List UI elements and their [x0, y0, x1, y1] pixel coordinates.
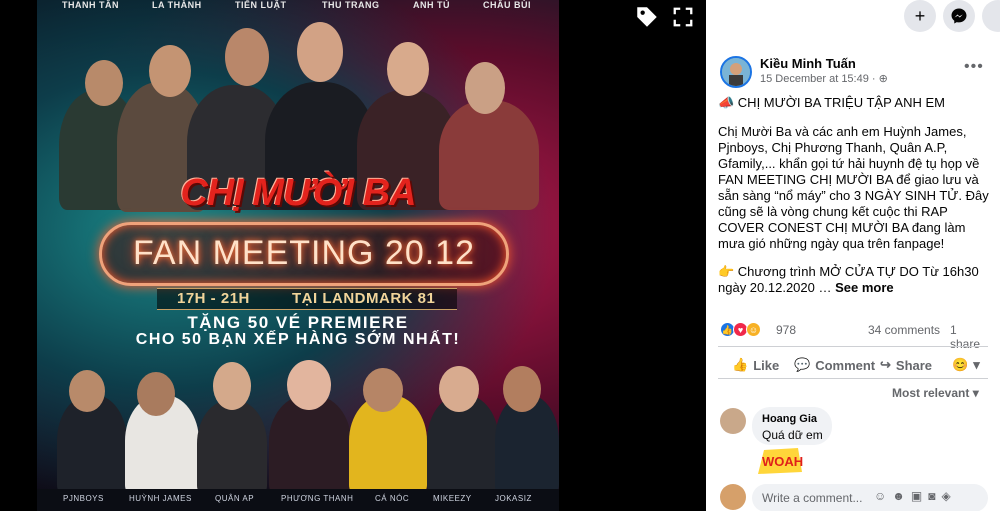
comment-input-placeholder: Write a comment... [762, 491, 863, 505]
care-reaction-icon: ☺ [746, 322, 761, 337]
cast-name: ANH TÚ [413, 0, 450, 10]
profile-icon: 😊 [952, 357, 969, 372]
comment-icon: 💬 [794, 357, 811, 372]
poster-person-head [225, 28, 269, 86]
post-body-continued: 👉 Chương trình MỞ CỬA TỰ DO Từ 16h30 ngà… [718, 264, 990, 296]
like-icon: 👍 [732, 357, 749, 372]
poster-person-head [503, 366, 541, 412]
poster-place: TẠI LANDMARK 81 [292, 290, 436, 307]
photo-viewer: THANH TÂN LA THÀNH TIẾN LUẬT THU TRANG A… [0, 0, 706, 511]
post-date-text: 15 December at 15:49 · [760, 73, 879, 85]
cast-name: TIẾN LUẬT [235, 0, 287, 10]
my-avatar[interactable] [720, 484, 746, 510]
commenter-avatar[interactable] [720, 408, 746, 434]
plus-icon: + [914, 5, 926, 26]
divider [718, 378, 988, 379]
poster-title: CHỊ MƯỜI BA [180, 172, 416, 214]
cast-name: CHÂU BÙI [483, 0, 531, 10]
tag-icon[interactable] [634, 4, 660, 36]
poster-person [197, 400, 267, 495]
more-options-icon[interactable]: ••• [964, 58, 984, 76]
cast-name: JOKASIZ [495, 494, 532, 503]
comment-input-tools: ☺☻▣◙◈ [874, 489, 957, 503]
poster-person-head [297, 22, 343, 82]
camera-icon[interactable]: ▣ [911, 489, 928, 503]
comment-text: Quá dữ em [762, 428, 823, 442]
top-bar: + [706, 0, 1000, 36]
poster-event-title: FAN MEETING 20.12 [133, 234, 475, 272]
cast-name: PJNBOYS [63, 494, 104, 503]
cast-name: LA THÀNH [152, 0, 202, 10]
account-button[interactable] [982, 0, 1000, 32]
comment-sticker: WOAH [754, 446, 804, 476]
post-panel: + Kiều Minh Tuấn 15 December at 15:49 · … [706, 0, 1000, 511]
sticker-text: WOAH [762, 454, 803, 469]
commenter-name[interactable]: Hoang Gia [762, 413, 817, 425]
poster-person [269, 395, 351, 495]
cast-name: PHƯƠNG THANH [281, 494, 354, 503]
author-avatar[interactable] [720, 56, 752, 88]
like-label: Like [753, 357, 780, 373]
poster-person-head [137, 372, 175, 416]
poster-person-head [69, 370, 105, 412]
cast-name: CÁ NÓC [375, 494, 410, 503]
avatar-sticker-icon[interactable]: ☺ [874, 489, 892, 503]
globe-icon: ⊕ [878, 73, 888, 85]
sticker-icon[interactable]: ◈ [942, 489, 957, 503]
cast-name: THU TRANG [322, 0, 380, 10]
poster-time: 17H - 21H [177, 290, 250, 307]
comment-label: Comment [815, 357, 876, 373]
like-button[interactable]: 👍 Like [732, 356, 779, 374]
cast-name: HUỲNH JAMES [129, 494, 192, 503]
fullscreen-icon[interactable] [672, 6, 694, 34]
comment-button[interactable]: 💬 Comment [794, 356, 875, 374]
poster-person-head [363, 368, 403, 412]
poster-person-head [287, 360, 331, 410]
messenger-icon [951, 8, 967, 24]
divider [718, 346, 988, 347]
poster-cast-bottom: PJNBOYS HUỲNH JAMES QUÂN AP PHƯƠNG THANH… [37, 489, 559, 511]
post-headline: 📣 CHỊ MƯỜI BA TRIỆU TẬP ANH EM [718, 95, 945, 110]
share-icon: ↪ [880, 357, 891, 372]
post-timestamp[interactable]: 15 December at 15:49 · ⊕ [760, 72, 888, 85]
comments-count[interactable]: 34 comments [868, 323, 940, 337]
post-body: Chị Mười Ba và các anh em Huỳnh James, P… [718, 124, 989, 251]
emoji-icon[interactable]: ☻ [892, 489, 911, 503]
poster-person-head [85, 60, 123, 106]
author-name[interactable]: Kiều Minh Tuấn [760, 56, 856, 71]
chevron-down-icon: ▾ [973, 357, 980, 372]
cast-name: QUÂN AP [215, 494, 255, 503]
poster-person-head [149, 45, 191, 97]
see-more-link[interactable]: See more [835, 280, 894, 295]
cast-name: THANH TÂN [62, 0, 119, 10]
poster-person-head [439, 366, 479, 412]
poster-person-head [213, 362, 251, 410]
share-button[interactable]: ↪ Share [880, 356, 932, 374]
poster-prize-line1: TẶNG 50 VÉ PREMIERE [187, 313, 409, 332]
gif-icon[interactable]: ◙ [928, 489, 941, 503]
comment-sort-dropdown[interactable]: Most relevant ▾ [892, 386, 979, 400]
create-button[interactable]: + [904, 0, 936, 32]
messenger-button[interactable] [943, 0, 975, 32]
share-label: Share [895, 357, 933, 373]
cast-name: MIKEEZY [433, 494, 472, 503]
reaction-count[interactable]: 978 [776, 323, 796, 337]
event-poster-image: THANH TÂN LA THÀNH TIẾN LUẬT THU TRANG A… [37, 0, 559, 511]
poster-person-head [465, 62, 505, 114]
reactions-summary[interactable]: 👍 ♥ ☺ 978 34 comments 1 share [720, 320, 988, 351]
poster-person-head [387, 42, 429, 96]
poster-cast-top: THANH TÂN LA THÀNH TIẾN LUẬT THU TRANG A… [37, 0, 559, 14]
poster-prize-line2: CHO 50 BẠN XẾP HÀNG SỚM NHẤT! [135, 331, 461, 348]
post-as-selector[interactable]: 😊 ▾ [952, 356, 980, 374]
